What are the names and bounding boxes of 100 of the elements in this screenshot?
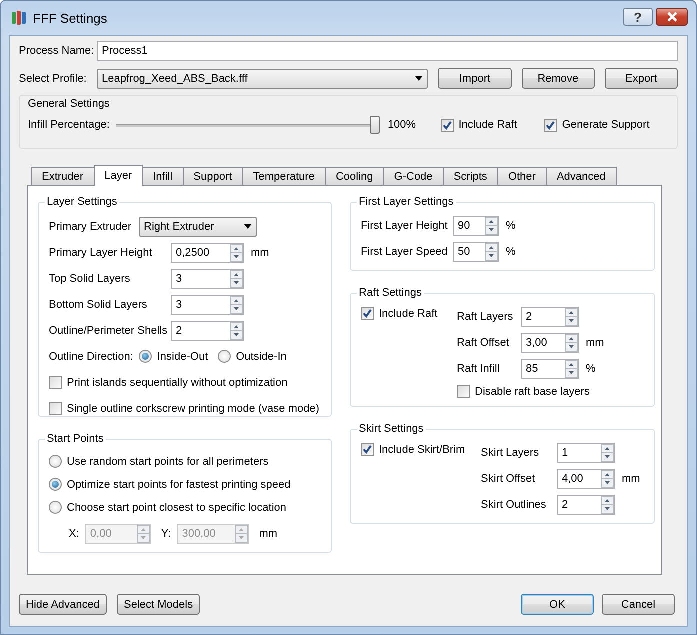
field-label: Bottom Solid Layers [49, 298, 148, 310]
spin-arrows-icon[interactable] [230, 244, 243, 262]
radio-button[interactable] [49, 455, 62, 468]
field-label: Select Profile: [19, 72, 88, 84]
checkbox-label: Single outline corkscrew printing mode (vase mode) [67, 402, 320, 414]
spin-box[interactable]: 4,00 [557, 469, 615, 489]
unit-label: mm [251, 246, 270, 258]
radio-label: Use random start points for all perimeters [67, 456, 269, 468]
tab[interactable]: Other [497, 167, 547, 185]
radio-button[interactable] [49, 501, 62, 514]
tab[interactable]: Layer [94, 165, 144, 186]
spin-box[interactable]: 85 [521, 359, 579, 379]
tab[interactable]: Temperature [242, 167, 326, 185]
unit-label: % [506, 220, 516, 232]
checkbox[interactable] [49, 402, 62, 415]
checkbox-label: Print islands sequentially without optimization [67, 376, 288, 388]
checkbox[interactable] [440, 118, 454, 132]
spin-box[interactable]: 2 [557, 495, 615, 515]
tab[interactable]: Cooling [324, 167, 384, 185]
slider-label: Infill Percentage: [28, 119, 110, 131]
dropdown-caret-icon [244, 224, 252, 229]
field-label: Process Name: [19, 45, 96, 57]
field-label: Raft Offset [457, 337, 510, 349]
profile-button[interactable]: Import [438, 68, 512, 89]
process-name-field[interactable]: Process1 [97, 41, 678, 61]
checkbox[interactable] [361, 307, 374, 320]
radio-label: Outside-In [236, 350, 287, 362]
spin-arrows-icon[interactable] [230, 270, 243, 288]
checkbox-label: Include Raft [379, 308, 438, 320]
tab[interactable]: Scripts [442, 167, 498, 185]
spin-box[interactable]: 3 [171, 268, 244, 288]
profile-dropdown[interactable]: Leapfrog_Xeed_ABS_Back.fff [97, 68, 428, 88]
checkbox[interactable] [49, 376, 62, 389]
footer-button[interactable]: OK [521, 594, 594, 615]
extruder-dropdown[interactable]: Right Extruder [139, 216, 257, 236]
unit-label: mm [622, 473, 640, 485]
close-button[interactable] [656, 8, 688, 26]
field-label: Skirt Offset [481, 473, 536, 485]
unit-label: % [586, 363, 596, 375]
profile-button[interactable]: Export [604, 68, 678, 89]
field-label: Primary Extruder [49, 220, 133, 232]
radio-label: Choose start point closest to specific location [67, 502, 287, 514]
footer-button[interactable]: Select Models [117, 594, 200, 615]
tab[interactable]: Advanced [546, 167, 617, 185]
spin-arrows-icon[interactable] [230, 322, 243, 340]
group-title: Raft Settings [358, 287, 423, 299]
spin-arrows-icon[interactable] [601, 444, 614, 462]
spin-arrows-icon[interactable] [230, 296, 243, 314]
spin-arrows-icon[interactable] [601, 470, 614, 488]
checkbox[interactable] [457, 385, 470, 398]
app-icon [11, 10, 27, 26]
radio-label: Inside-Out [157, 350, 208, 362]
slider-value: 100% [388, 119, 418, 131]
checkbox-label: Disable raft base layers [475, 386, 590, 398]
spin-arrows-icon[interactable] [485, 243, 498, 261]
coordinate-label: Y: [161, 528, 172, 540]
tab[interactable]: Extruder [31, 167, 95, 185]
spin-box[interactable]: 0,2500 [171, 242, 244, 262]
field-label: Raft Infill [457, 363, 501, 375]
spin-arrows-icon[interactable] [565, 308, 578, 326]
checkbox-label: Include Skirt/Brim [379, 444, 466, 456]
unit-label: mm [259, 528, 278, 540]
spin-box[interactable]: 2 [521, 307, 579, 327]
spin-box[interactable]: 50 [453, 242, 499, 262]
spin-box[interactable]: 2 [171, 320, 244, 340]
footer-button[interactable]: Hide Advanced [19, 594, 107, 615]
checkbox[interactable] [361, 443, 374, 456]
field-label: First Layer Height [361, 220, 449, 232]
field-label: Top Solid Layers [49, 272, 132, 284]
field-label: Skirt Layers [481, 447, 540, 459]
radio-button[interactable] [49, 478, 62, 491]
profile-button[interactable]: Remove [522, 68, 595, 89]
footer-button[interactable]: Cancel [602, 594, 675, 615]
infill-slider[interactable] [116, 116, 380, 134]
group-title: Layer Settings [46, 196, 118, 208]
field-label: Outline Direction: [49, 350, 134, 362]
field-label: Primary Layer Height [49, 246, 154, 258]
tab[interactable]: G-Code [383, 167, 444, 185]
group-title: Start Points [46, 433, 105, 445]
field-label: Outline/Perimeter Shells [49, 324, 169, 336]
radio-button[interactable] [139, 350, 152, 363]
group-title: Skirt Settings [358, 423, 425, 435]
spin-box[interactable]: 3,00 [521, 333, 579, 353]
field-label: Skirt Outlines [481, 499, 548, 511]
checkbox-label: Generate Support [562, 119, 650, 131]
spin-box[interactable]: 90 [453, 216, 499, 236]
slider-thumb[interactable] [370, 116, 380, 134]
spin-box[interactable]: 1 [557, 443, 615, 463]
checkbox[interactable] [544, 118, 558, 132]
help-button[interactable]: ? [623, 8, 653, 26]
radio-label: Optimize start points for fastest printing speed [67, 478, 291, 490]
spin-arrows-icon[interactable] [485, 217, 498, 235]
unit-label: % [506, 246, 516, 258]
tab[interactable]: Infill [142, 167, 184, 185]
spin-arrows-icon[interactable] [565, 360, 578, 378]
spin-arrows-icon[interactable] [565, 334, 578, 352]
radio-button[interactable] [218, 350, 232, 363]
spin-arrows-icon[interactable] [601, 496, 614, 514]
tab[interactable]: Support [182, 167, 244, 185]
spin-box[interactable]: 3 [171, 294, 244, 314]
